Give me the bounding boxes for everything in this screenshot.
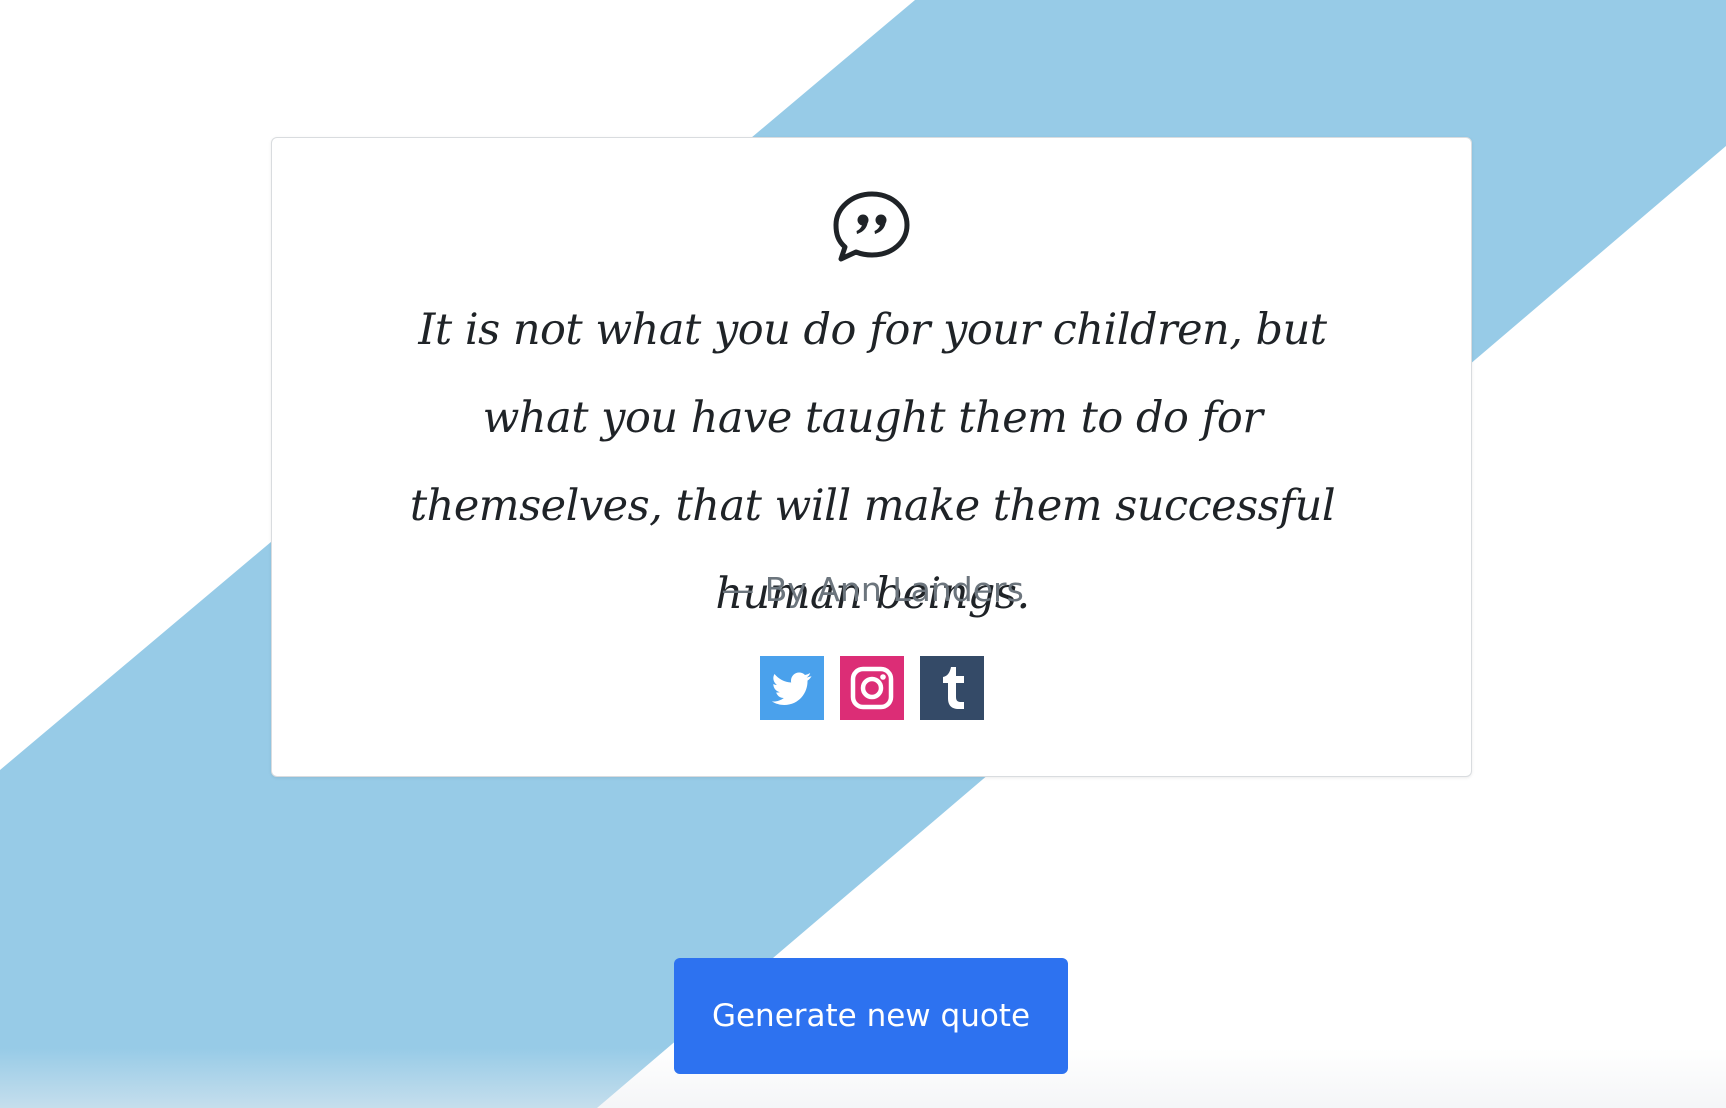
- twitter-icon: [772, 672, 812, 705]
- generate-new-quote-button[interactable]: Generate new quote: [674, 958, 1068, 1074]
- instagram-icon: [850, 666, 894, 710]
- quote-card: It is not what you do for your children,…: [271, 137, 1472, 777]
- quote-bubble-icon: [833, 191, 910, 262]
- tumblr-share-button[interactable]: [920, 656, 984, 720]
- tumblr-icon: [943, 667, 964, 709]
- instagram-share-button[interactable]: [840, 656, 904, 720]
- page: It is not what you do for your children,…: [0, 0, 1726, 1108]
- twitter-share-button[interactable]: [760, 656, 824, 720]
- social-share-row: [760, 656, 984, 720]
- quote-author: — By Ann Landers: [721, 570, 1024, 609]
